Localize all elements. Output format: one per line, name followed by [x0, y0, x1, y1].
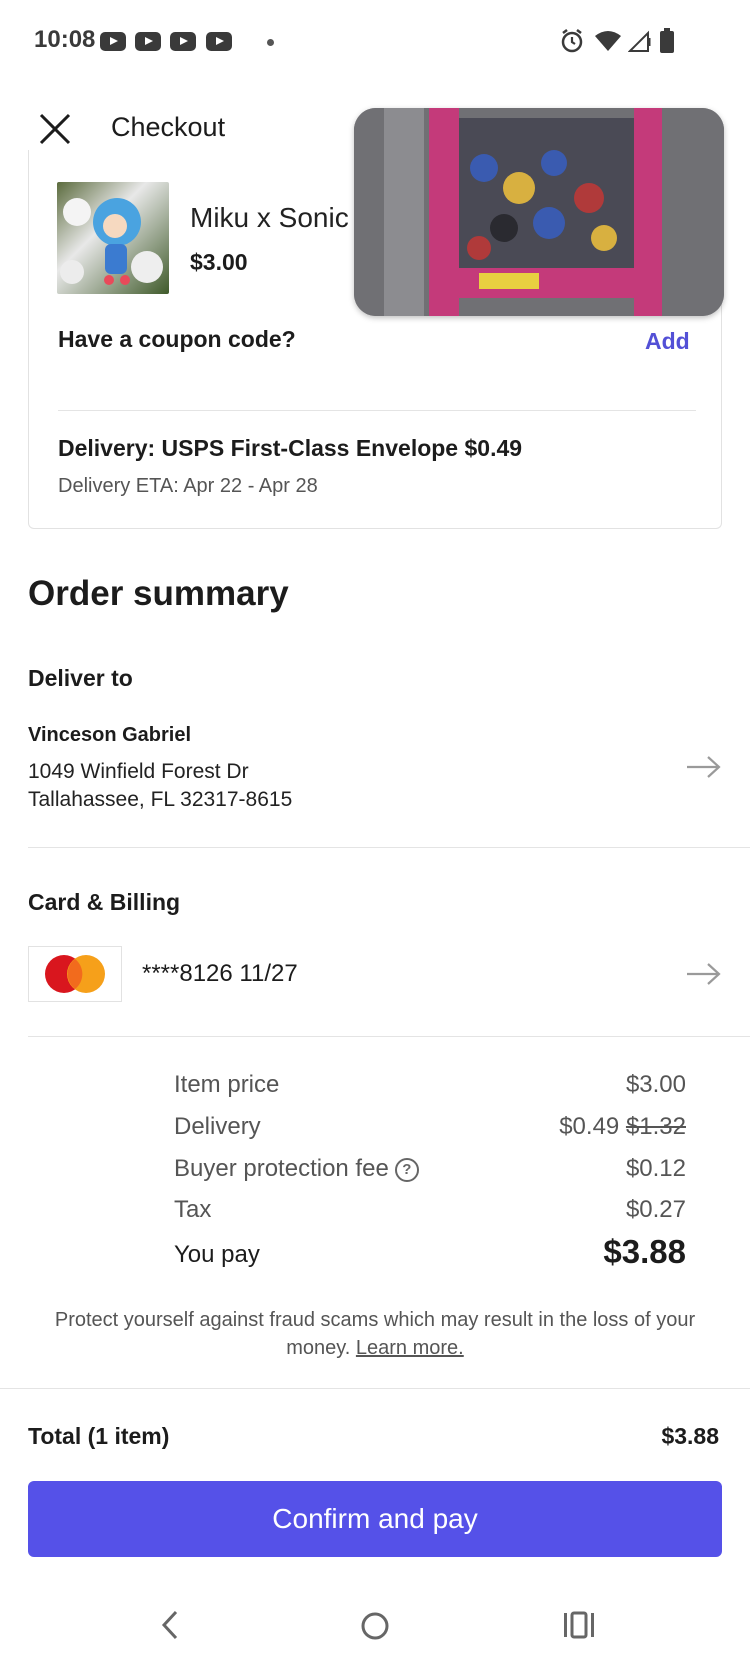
you-pay-label: You pay — [174, 1241, 260, 1268]
item-price: $3.00 — [190, 249, 248, 275]
total-value: $3.88 — [661, 1423, 719, 1449]
confirm-and-pay-button[interactable]: Confirm and pay — [28, 1481, 722, 1557]
back-icon[interactable] — [160, 1610, 180, 1640]
card-billing-heading: Card & Billing — [28, 889, 181, 915]
footer-divider — [0, 1388, 750, 1389]
buyer-protection-text: Buyer protection fee — [174, 1155, 389, 1182]
arrow-right-icon[interactable] — [686, 962, 722, 986]
cell-signal-icon — [628, 30, 651, 52]
arrow-right-icon[interactable] — [686, 755, 722, 779]
learn-more-link[interactable]: Learn more. — [356, 1337, 464, 1359]
youtube-notification-icon — [100, 32, 126, 51]
mastercard-icon — [45, 955, 105, 993]
close-icon[interactable] — [38, 112, 72, 146]
wifi-icon — [595, 31, 621, 51]
recipient-name: Vinceson Gabriel — [28, 724, 192, 746]
divider — [28, 847, 750, 848]
more-notifications-dot-icon — [267, 39, 274, 46]
delivery-value: $0.49 $1.32 — [559, 1113, 686, 1141]
divider — [28, 1036, 750, 1037]
status-time: 10:08 — [34, 26, 96, 53]
fraud-notice: Protect yourself against fraud scams whi… — [28, 1306, 722, 1362]
coupon-label: Have a coupon code? — [58, 326, 296, 352]
delivery-price: $0.49 — [559, 1113, 620, 1140]
item-thumbnail[interactable] — [57, 182, 169, 294]
claw-machine-video-icon — [354, 108, 724, 316]
delivery-label: Delivery — [174, 1113, 261, 1140]
item-name: Miku x Sonic — [190, 202, 349, 233]
buyer-protection-label: Buyer protection fee? — [174, 1155, 419, 1183]
price-value: $3.00 — [625, 1071, 686, 1098]
pip-video-player[interactable] — [354, 108, 724, 316]
help-icon[interactable]: ? — [394, 1157, 419, 1182]
total-label: Total (1 item) — [28, 1423, 170, 1449]
card-number: ****8126 11/27 — [142, 960, 298, 987]
home-icon[interactable] — [360, 1611, 390, 1641]
tax-value: $0.27 — [625, 1196, 686, 1223]
recents-icon[interactable] — [563, 1611, 595, 1639]
add-coupon-button[interactable]: Add — [645, 328, 690, 355]
youtube-notification-icon — [206, 32, 232, 51]
divider — [58, 410, 696, 411]
you-pay-value: $3.88 — [603, 1233, 686, 1270]
delivery-original-price: $1.32 — [625, 1113, 686, 1140]
delivery-method: Delivery: USPS First-Class Envelope $0.4… — [58, 435, 523, 461]
alarm-icon — [561, 29, 583, 53]
page-title: Checkout — [111, 112, 226, 142]
card-logo — [28, 946, 122, 1002]
tax-label: Tax — [174, 1196, 212, 1223]
price-label: Item price — [174, 1071, 280, 1098]
delivery-eta: Delivery ETA: Apr 22 - Apr 28 — [58, 475, 318, 497]
battery-icon — [660, 28, 674, 53]
address-line-1: 1049 Winfield Forest Dr — [28, 760, 249, 783]
address-line-2: Tallahassee, FL 32317-8615 — [28, 788, 293, 811]
buyer-protection-value: $0.12 — [625, 1155, 686, 1182]
sticker-image-icon — [60, 198, 163, 285]
order-summary-heading: Order summary — [28, 574, 289, 613]
youtube-notification-icon — [170, 32, 196, 51]
deliver-to-heading: Deliver to — [28, 665, 133, 691]
youtube-notification-icon — [135, 32, 161, 51]
